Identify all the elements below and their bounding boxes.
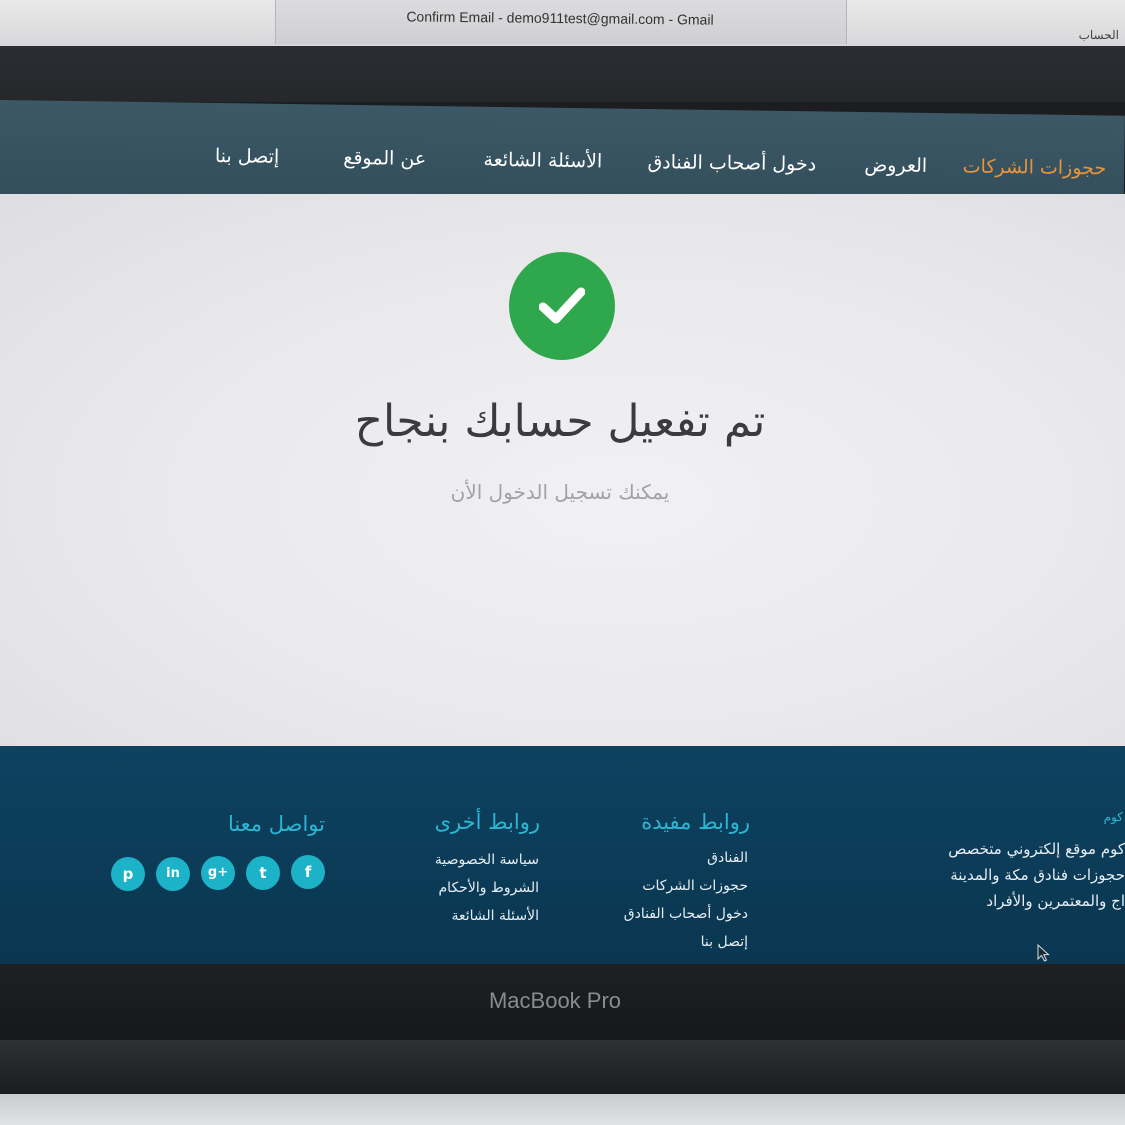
- site-footer: كوم كوم موقع إلكتروني متخصص حجوزات فنادق…: [0, 746, 1125, 966]
- browser-toolbar-dark: [0, 46, 1125, 102]
- google-plus-icon[interactable]: g+: [201, 856, 235, 890]
- browser-title-bar: Confirm Email - demo911test@gmail.com - …: [0, 0, 1125, 47]
- photo-of-laptop-screen: Confirm Email - demo911test@gmail.com - …: [0, 0, 1125, 1125]
- linkedin-icon[interactable]: in: [156, 857, 190, 891]
- useful-links-title: روابط مفيدة: [641, 810, 750, 834]
- footer-link-terms[interactable]: الشروط والأحكام: [439, 880, 539, 896]
- nav-item-about[interactable]: عن الموقع: [343, 147, 426, 170]
- nav-item-offers[interactable]: العروض: [864, 154, 927, 177]
- checkmark-icon: [539, 287, 585, 324]
- title-right-fragment: الحساب: [1078, 28, 1119, 42]
- about-line: اج والمعتمرين والأفراد: [986, 892, 1125, 910]
- footer-link-hotels[interactable]: الفنادق: [707, 850, 748, 866]
- nav-item-corporate-bookings[interactable]: حجوزات الشركات: [963, 155, 1107, 179]
- check-circle-icon: [509, 252, 615, 360]
- about-title: كوم: [1103, 810, 1123, 824]
- nav-item-faq[interactable]: الأسئلة الشائعة: [483, 149, 602, 173]
- facebook-icon[interactable]: f: [291, 855, 325, 889]
- footer-link-faq[interactable]: الأسئلة الشائعة: [452, 908, 540, 924]
- about-line: كوم موقع إلكتروني متخصص: [948, 840, 1125, 858]
- activation-success-panel: تم تفعيل حسابك بنجاح يمكنك تسجيل الدخول …: [0, 194, 1125, 750]
- nav-item-hotel-owners-login[interactable]: دخول أصحاب الفنادق: [647, 151, 816, 175]
- desk-surface: [0, 1094, 1125, 1125]
- success-headline: تم تفعيل حسابك بنجاح: [354, 396, 766, 447]
- twitter-icon[interactable]: t: [246, 856, 280, 890]
- footer-link-hotel-owners-login[interactable]: دخول أصحاب الفنادق: [624, 906, 748, 922]
- laptop-brand-label: MacBook Pro: [488, 988, 622, 1013]
- footer-link-privacy-policy[interactable]: سياسة الخصوصية: [435, 852, 539, 868]
- login-now-message: يمكنك تسجيل الدخول الأن: [450, 480, 670, 504]
- laptop-hinge: [0, 1040, 1125, 1096]
- about-description: كوم موقع إلكتروني متخصص حجوزات فنادق مكة…: [948, 836, 1125, 914]
- footer-link-contact[interactable]: إتصل بنا: [701, 934, 748, 950]
- pinterest-icon[interactable]: p: [111, 857, 145, 891]
- other-links-title: روابط أخرى: [434, 810, 540, 834]
- contact-us-title: تواصل معنا: [227, 812, 325, 836]
- footer-link-corporate-bookings[interactable]: حجوزات الشركات: [642, 878, 748, 894]
- about-line: حجوزات فنادق مكة والمدينة: [950, 866, 1125, 884]
- mouse-cursor-icon: [1037, 944, 1050, 962]
- nav-item-contact[interactable]: إتصل بنا: [215, 145, 280, 168]
